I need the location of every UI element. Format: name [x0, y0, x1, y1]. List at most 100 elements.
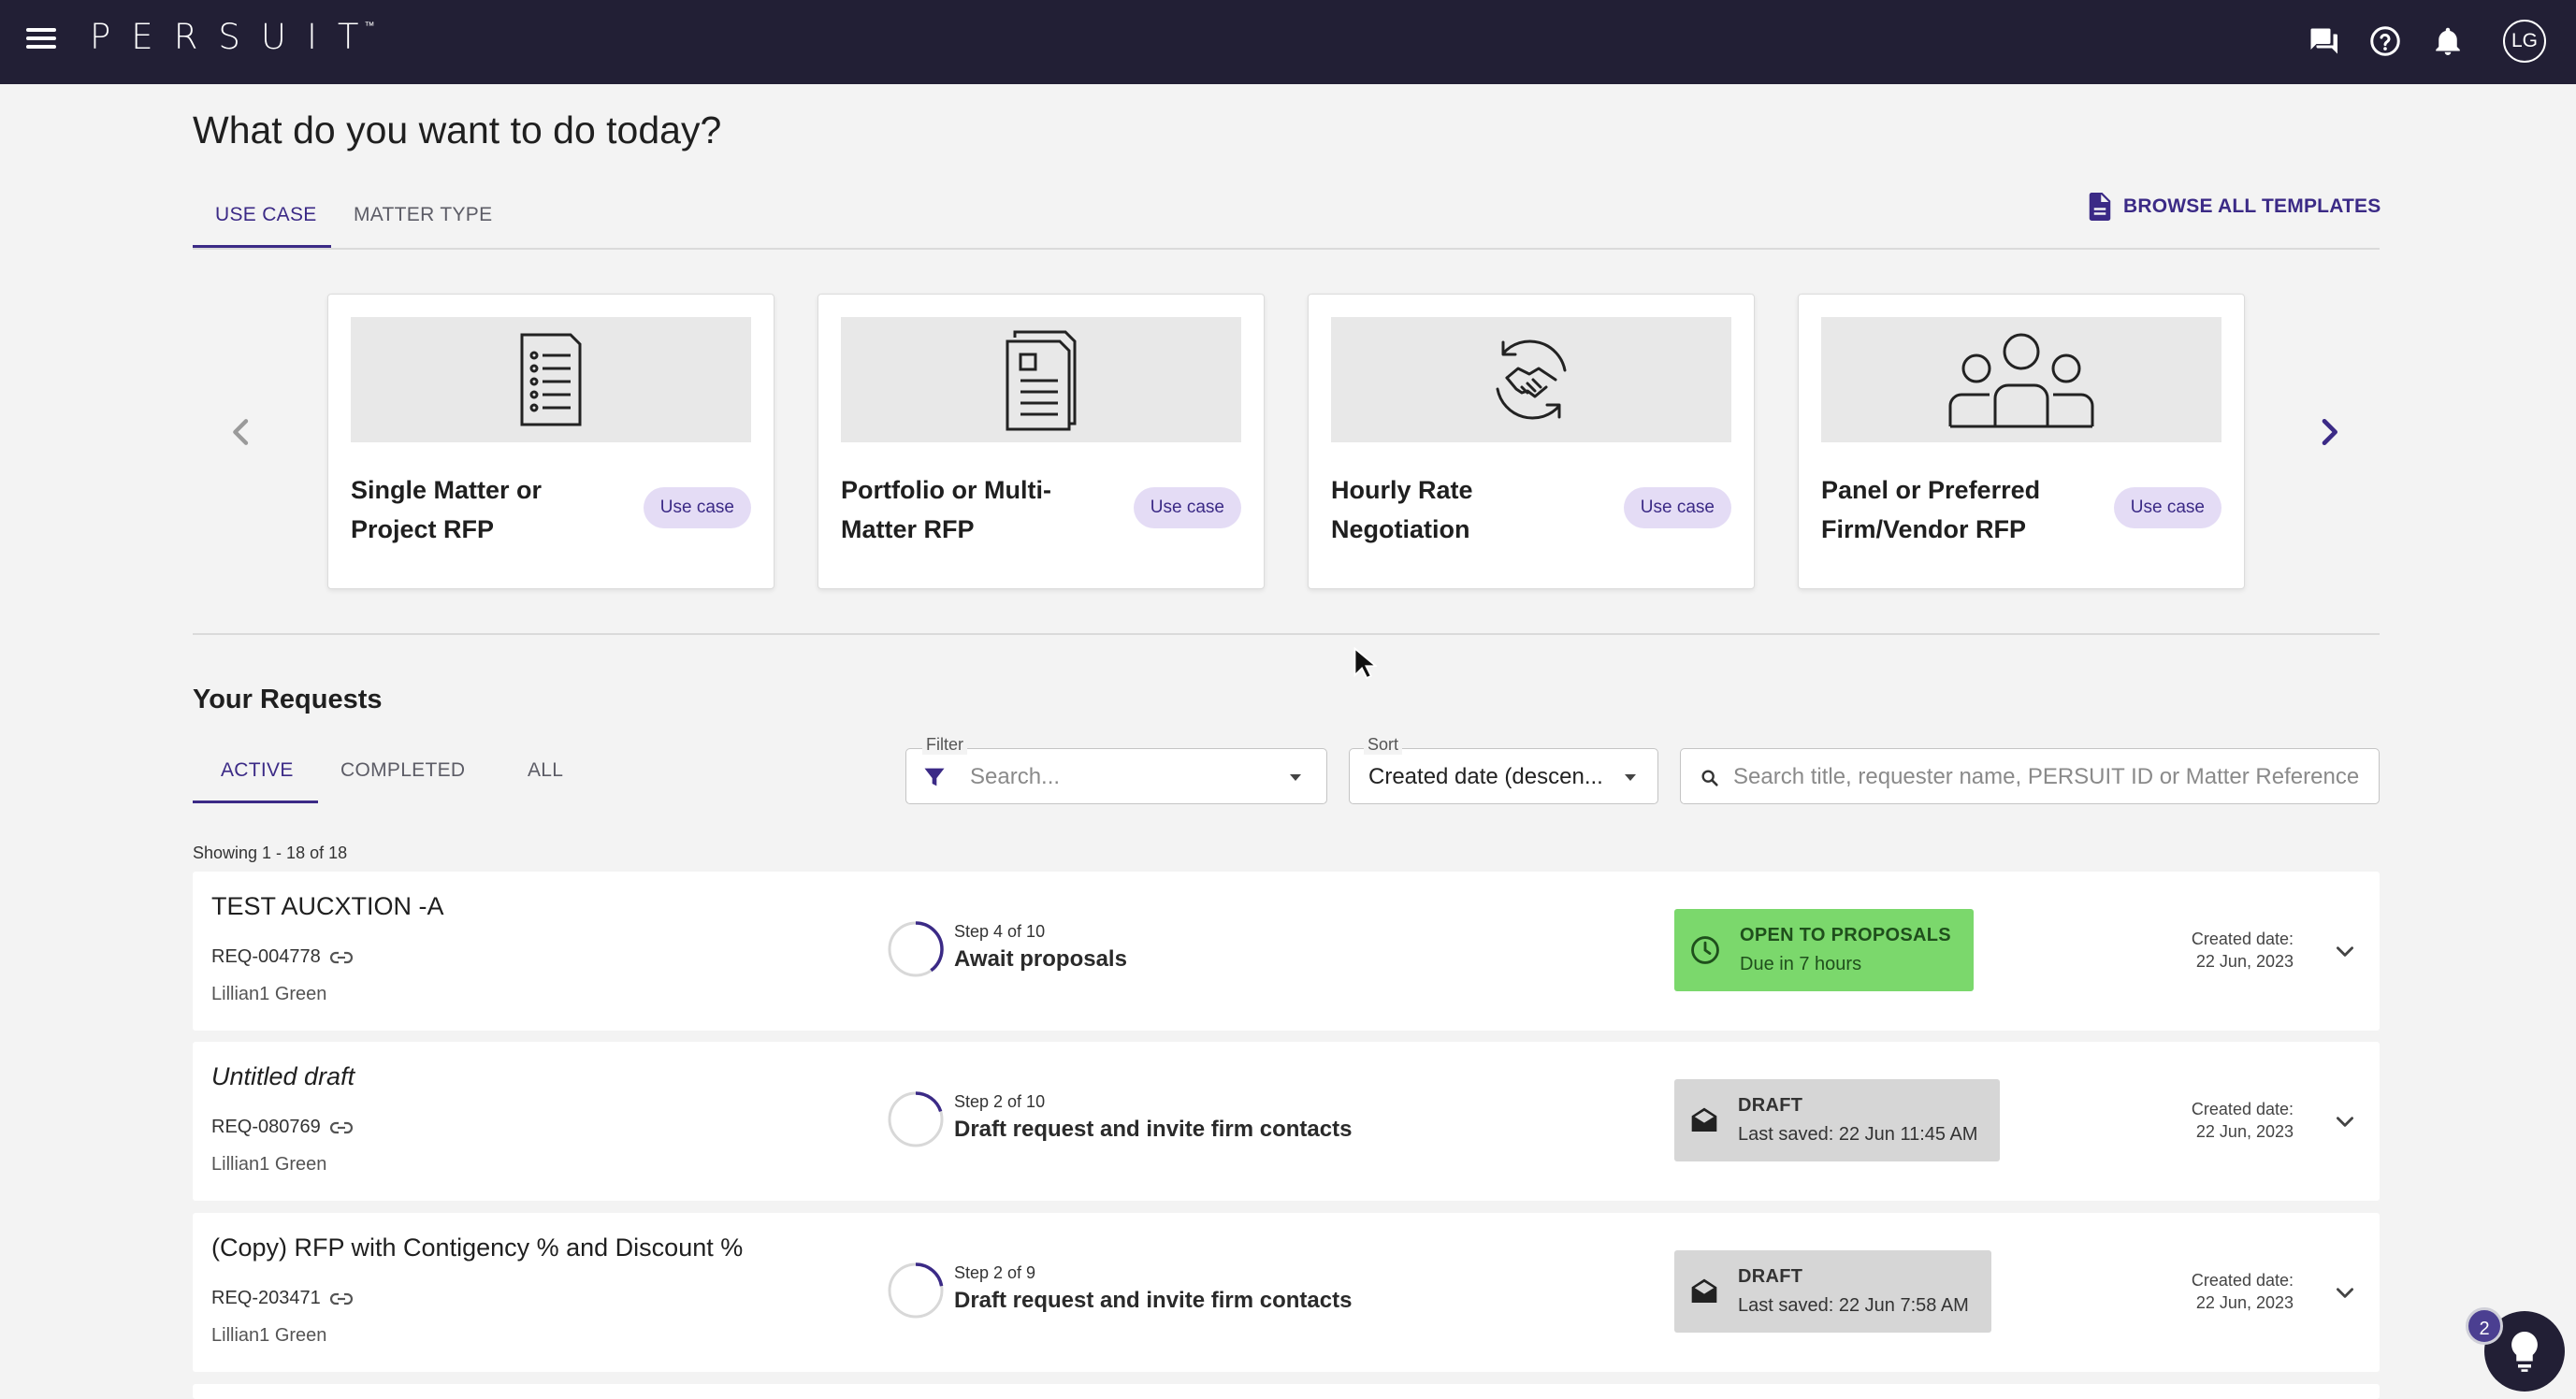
request-id-text: REQ-004778 — [211, 946, 321, 967]
avatar[interactable]: LG — [2503, 20, 2546, 63]
status-badge: OPEN TO PROPOSALS Due in 7 hours — [1674, 909, 1974, 991]
stacked-documents-icon — [1006, 330, 1077, 431]
request-title[interactable]: (Copy) RFP with Contigency % and Discoun… — [211, 1233, 743, 1262]
persuit-logo[interactable]: PERSUIT™ — [90, 17, 389, 57]
carousel-next-icon[interactable] — [2310, 413, 2348, 451]
chevron-down-icon[interactable] — [2333, 1109, 2357, 1133]
request-row[interactable] — [193, 1384, 2380, 1399]
request-id-text: REQ-203471 — [211, 1288, 321, 1308]
tab-all[interactable]: ALL — [528, 759, 563, 782]
request-row[interactable]: TEST AUCXTION -A REQ-004778 Lillian1 Gre… — [193, 872, 2380, 1031]
created-date: Created date: 22 Jun, 2023 — [2192, 1269, 2294, 1314]
chat-icon[interactable] — [2307, 24, 2340, 58]
requester-name: Lillian1 Green — [211, 1154, 327, 1175]
checklist-document-icon — [520, 333, 582, 426]
filter-select[interactable]: Search... — [905, 748, 1327, 804]
document-icon — [2089, 193, 2111, 221]
use-case-chip[interactable]: Use case — [1623, 487, 1731, 528]
created-date-label: Created date: — [2191, 1100, 2294, 1118]
template-label: Portfolio or Multi-Matter RFP — [841, 476, 1051, 543]
link-icon[interactable] — [329, 1292, 353, 1305]
tab-active[interactable]: ACTIVE — [221, 759, 294, 782]
step-progress-ring — [888, 1091, 944, 1147]
envelope-icon — [1691, 1107, 1717, 1132]
filter-placeholder: Search... — [970, 764, 1061, 789]
created-date: Created date: 22 Jun, 2023 — [2192, 928, 2294, 973]
request-row[interactable]: (Copy) RFP with Contigency % and Discoun… — [193, 1213, 2380, 1372]
request-title[interactable]: TEST AUCXTION -A — [211, 892, 444, 921]
search-placeholder: Search title, requester name, PERSUIT ID… — [1733, 764, 2360, 789]
mouse-cursor-icon — [1353, 647, 1377, 680]
sort-value: Created date (descen... — [1368, 764, 1603, 789]
status-title: OPEN TO PROPOSALS — [1740, 925, 1951, 945]
carousel-prev-icon[interactable] — [223, 413, 260, 451]
lightbulb-icon — [2511, 1332, 2538, 1372]
template-thumbnail — [1331, 317, 1731, 442]
notification-badge: 2 — [2466, 1307, 2503, 1345]
section-divider — [193, 633, 2380, 635]
envelope-icon — [1691, 1278, 1717, 1303]
chevron-down-icon[interactable] — [2333, 939, 2357, 963]
template-card-panel[interactable]: Panel or Preferred Firm/Vendor RFP Use c… — [1798, 294, 2245, 589]
browse-all-templates-label: BROWSE ALL TEMPLATES — [2123, 195, 2381, 217]
tab-use-case[interactable]: USE CASE — [215, 204, 317, 226]
dropdown-arrow-icon — [1290, 774, 1301, 781]
created-date-value: 22 Jun, 2023 — [2195, 1122, 2294, 1141]
tab-indicator — [193, 800, 318, 803]
browse-all-templates-button[interactable]: BROWSE ALL TEMPLATES — [2088, 193, 2381, 221]
template-card-portfolio[interactable]: Portfolio or Multi-Matter RFP Use case — [818, 294, 1265, 589]
filter-label: Filter — [922, 735, 967, 755]
created-date: Created date: 22 Jun, 2023 — [2192, 1098, 2294, 1143]
template-thumbnail — [841, 317, 1241, 442]
template-label: Panel or Preferred Firm/Vendor RFP — [1821, 476, 2041, 543]
request-id-text: REQ-080769 — [211, 1117, 321, 1137]
request-title[interactable]: Untitled draft — [211, 1062, 355, 1091]
template-thumbnail — [1821, 317, 2221, 442]
sort-select[interactable]: Created date (descen... — [1349, 748, 1658, 804]
results-count: Showing 1 - 18 of 18 — [193, 844, 348, 862]
step-counter: Step 2 of 9 — [954, 1263, 1036, 1282]
template-card-single-matter[interactable]: Single Matter or Project RFP Use case — [327, 294, 774, 589]
help-icon[interactable] — [2368, 24, 2402, 58]
link-icon[interactable] — [329, 951, 353, 964]
bell-icon[interactable] — [2431, 24, 2465, 58]
template-label: Single Matter or Project RFP — [351, 476, 543, 543]
status-badge: DRAFT Last saved: 22 Jun 11:45 AM — [1674, 1079, 2001, 1161]
tabs-divider — [193, 248, 2380, 250]
link-icon[interactable] — [329, 1121, 353, 1134]
clock-icon — [1691, 936, 1719, 964]
status-title: DRAFT — [1738, 1266, 1803, 1287]
step-progress-ring — [888, 921, 944, 977]
group-icon — [1948, 333, 2094, 428]
use-case-chip[interactable]: Use case — [643, 487, 751, 528]
filter-icon — [924, 768, 945, 786]
step-name: Draft request and invite firm contacts — [954, 1288, 1353, 1313]
status-title: DRAFT — [1738, 1095, 1803, 1116]
search-icon — [1701, 770, 1718, 786]
sort-label: Sort — [1364, 735, 1403, 755]
request-row[interactable]: Untitled draft REQ-080769 Lillian1 Green… — [193, 1042, 2380, 1201]
search-field[interactable]: Search title, requester name, PERSUIT ID… — [1680, 748, 2380, 804]
status-subtext: Due in 7 hours — [1740, 954, 1862, 974]
step-counter: Step 4 of 10 — [954, 922, 1046, 941]
handshake-icon — [1496, 339, 1567, 420]
status-subtext: Last saved: 22 Jun 7:58 AM — [1738, 1295, 1969, 1316]
menu-icon[interactable] — [26, 26, 56, 50]
page-title: What do you want to do today? — [193, 108, 722, 151]
created-date-value: 22 Jun, 2023 — [2195, 952, 2294, 971]
template-card-hourly-rate[interactable]: Hourly Rate Negotiation Use case — [1308, 294, 1755, 589]
step-progress-ring — [888, 1262, 944, 1319]
dropdown-arrow-icon — [1625, 774, 1636, 781]
step-counter: Step 2 of 10 — [954, 1092, 1046, 1111]
requests-title: Your Requests — [193, 685, 383, 714]
created-date-value: 22 Jun, 2023 — [2195, 1293, 2294, 1312]
use-case-chip[interactable]: Use case — [2113, 487, 2221, 528]
chevron-down-icon[interactable] — [2333, 1280, 2357, 1305]
status-badge: DRAFT Last saved: 22 Jun 7:58 AM — [1674, 1250, 1991, 1333]
tab-completed[interactable]: COMPLETED — [340, 759, 465, 782]
request-id: REQ-004778 — [211, 946, 353, 968]
created-date-label: Created date: — [2191, 1271, 2294, 1290]
tab-matter-type[interactable]: MATTER TYPE — [354, 204, 492, 226]
step-name: Draft request and invite firm contacts — [954, 1117, 1353, 1142]
use-case-chip[interactable]: Use case — [1133, 487, 1241, 528]
